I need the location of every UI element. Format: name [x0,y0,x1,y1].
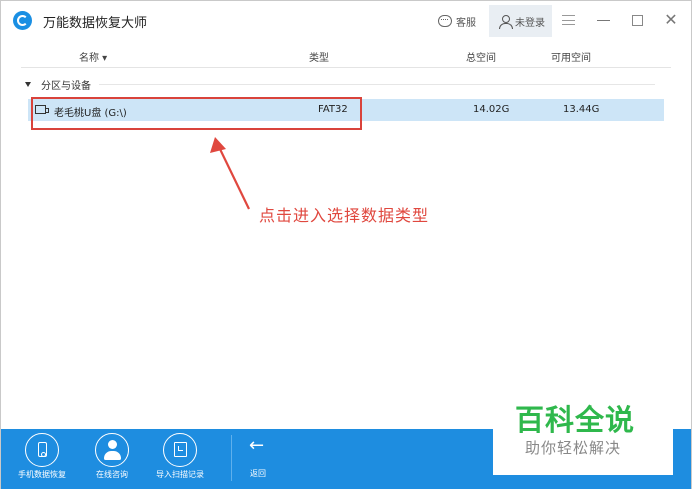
group-label: 分区与设备 [41,80,91,92]
device-free: 13.44G [563,104,600,115]
highlight-box [31,97,362,130]
footer-divider [231,435,232,481]
app-title: 万能数据恢复大师 [43,16,148,31]
watermark-title: 百科全说 [515,403,636,437]
close-button[interactable]: ✕ [662,11,680,29]
column-header-free[interactable]: 可用空间 [551,49,591,64]
column-header-type[interactable]: 类型 [309,49,329,64]
app-window: 万能数据恢复大师 客服 未登录 ✕ 名称 ▾ 类型 总空间 可用空间 分区与设备… [0,0,692,489]
annotation-arrow-icon [210,137,250,210]
phone-icon [25,433,59,467]
chat-icon [438,15,452,27]
online-consult-label: 在线咨询 [96,470,128,479]
back-arrow-icon[interactable]: ← [249,437,264,455]
column-header-name[interactable]: 名称 ▾ [79,49,107,64]
watermark-subtitle: 助你轻松解决 [525,439,622,457]
app-logo-icon [13,11,32,30]
person-icon [95,433,129,467]
service-button[interactable]: 客服 [438,12,476,30]
login-label: 未登录 [515,17,545,29]
phone-recovery-label: 手机数据恢复 [18,470,66,479]
collapse-triangle-icon[interactable] [25,81,31,87]
column-header-total[interactable]: 总空间 [466,49,496,64]
menu-icon[interactable] [562,15,575,25]
device-total: 14.02G [473,104,510,115]
import-scan-record-button[interactable]: 导入扫描记录 [149,429,211,489]
import-scan-record-label: 导入扫描记录 [156,470,204,479]
group-header-partitions[interactable]: 分区与设备 [25,77,655,92]
import-icon [163,433,197,467]
annotation-text: 点击进入选择数据类型 [259,206,430,225]
maximize-button[interactable] [632,15,643,26]
phone-recovery-button[interactable]: 手机数据恢复 [11,429,73,489]
group-divider [99,83,655,85]
user-icon [499,14,513,29]
online-consult-button[interactable]: 在线咨询 [85,429,139,489]
back-label[interactable]: 返回 [250,468,266,479]
login-button[interactable]: 未登录 [489,5,552,37]
minimize-button[interactable] [597,20,610,21]
title-bar: 万能数据恢复大师 客服 未登录 ✕ [1,1,691,39]
table-header: 名称 ▾ 类型 总空间 可用空间 [21,41,671,68]
service-label: 客服 [456,17,476,29]
